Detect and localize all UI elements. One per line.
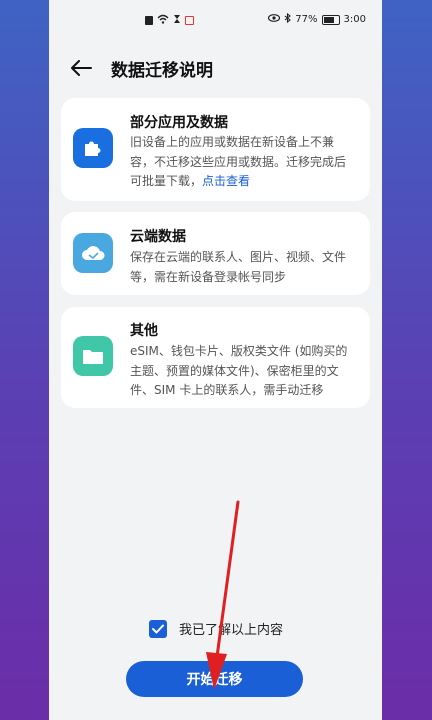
hourglass-icon — [173, 14, 181, 27]
cloud-icon — [73, 233, 113, 273]
bluetooth-icon — [284, 12, 292, 26]
view-details-link[interactable]: 点击查看 — [202, 174, 250, 188]
notification-icon — [145, 16, 153, 25]
battery-icon — [321, 14, 340, 25]
card-description: 保存在云端的联系人、图片、视频、文件等，需在新设备登录帐号同步 — [130, 250, 347, 284]
card-heading: 其他 — [130, 323, 158, 339]
page-title: 数据迁移说明 — [111, 60, 213, 81]
confirm-checkbox[interactable] — [149, 619, 167, 638]
phone-screen: 77% 3:00 数据迁移说明 部分应用及数据 旧设备上的应用或数据在新设备上不… — [49, 0, 382, 720]
status-icons-left — [145, 14, 194, 27]
card-description: eSIM、钱包卡片、版权类文件 (如购买的主题、预置的媒体文件)、保密柜里的文件… — [130, 344, 348, 397]
eye-icon — [268, 14, 281, 25]
status-icons-right: 77% 3:00 — [268, 12, 366, 26]
battery-percent: 77% — [295, 14, 318, 25]
puzzle-icon — [73, 128, 113, 168]
folder-icon — [73, 336, 113, 376]
confirm-row: 我已了解以上内容 — [149, 619, 283, 638]
card-partial-apps: 部分应用及数据 旧设备上的应用或数据在新设备上不兼容，不迁移这些应用或数据。迁移… — [61, 98, 370, 201]
start-migration-button[interactable]: 开始迁移 — [126, 661, 303, 697]
card-description: 旧设备上的应用或数据在新设备上不兼容，不迁移这些应用或数据。迁移完成后可批量下载… — [130, 133, 356, 192]
status-time: 3:00 — [343, 14, 366, 25]
confirm-label[interactable]: 我已了解以上内容 — [179, 619, 283, 638]
card-heading: 云端数据 — [130, 229, 186, 245]
screen-record-icon — [185, 16, 194, 25]
checkmark-icon — [152, 624, 164, 633]
wifi-icon — [157, 14, 169, 27]
card-heading: 部分应用及数据 — [130, 115, 228, 131]
header: 数据迁移说明 — [49, 50, 382, 86]
card-other: 其他 eSIM、钱包卡片、版权类文件 (如购买的主题、预置的媒体文件)、保密柜里… — [61, 307, 370, 408]
back-button[interactable] — [67, 54, 95, 82]
card-cloud-data: 云端数据 保存在云端的联系人、图片、视频、文件等，需在新设备登录帐号同步 — [61, 212, 370, 295]
status-bar: 77% 3:00 — [49, 0, 382, 40]
arrow-left-icon — [71, 60, 92, 76]
